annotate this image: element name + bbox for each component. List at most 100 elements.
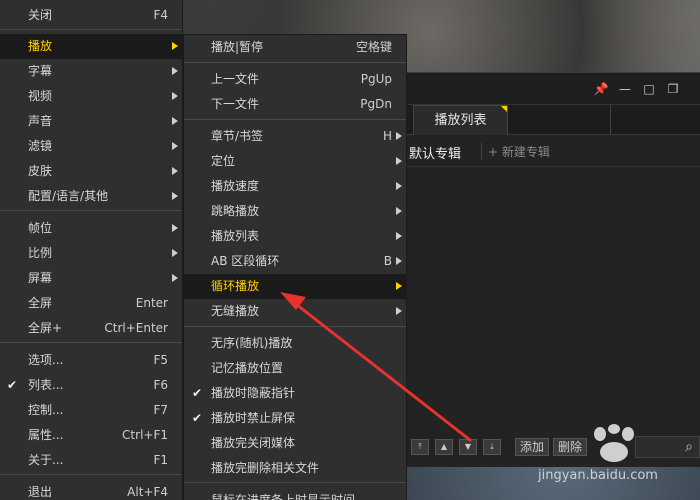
menu-item[interactable]: 鼠标在进度条上时显示时间	[184, 488, 406, 500]
menu-item[interactable]: 比例	[0, 241, 182, 266]
baidu-watermark: jingyan.baidu.com	[538, 424, 698, 496]
menu-item[interactable]: 退出 Alt+F4	[0, 480, 182, 500]
album-bar: 默认专辑 + 新建专辑	[405, 135, 700, 167]
move-bottom-button[interactable]: ⤓	[483, 439, 501, 455]
menu-item[interactable]: 记忆播放位置	[184, 356, 406, 381]
move-top-button[interactable]: ⤒	[411, 439, 429, 455]
playlist-titlebar: 📌 — □ ❐	[405, 73, 700, 105]
submenu-arrow-icon	[172, 67, 178, 75]
menu-item[interactable]: ✔ 列表... F6	[0, 373, 182, 398]
menu-item[interactable]: 播放|暂停 空格键	[184, 35, 406, 60]
menu-item-label: 鼠标在进度条上时显示时间	[211, 493, 356, 500]
menu-item[interactable]: 播放完关闭媒体	[184, 431, 406, 456]
menu-item-label: 全屏	[28, 296, 53, 310]
menu-item[interactable]: ✔ 播放时隐蔽指针	[184, 381, 406, 406]
menu-item-shortcut: H	[382, 129, 392, 143]
menu-item-label: 播放时隐蔽指针	[211, 386, 296, 400]
menu-item-label: 帧位	[28, 221, 53, 235]
menu-separator	[184, 62, 406, 63]
menu-item[interactable]: 字幕	[0, 59, 182, 84]
submenu-arrow-icon	[396, 207, 402, 215]
menu-item[interactable]: 皮肤	[0, 159, 182, 184]
menu-item-label: 循环播放	[211, 279, 260, 293]
menu-item[interactable]: AB 区段循环 B	[184, 249, 406, 274]
submenu-arrow-icon	[396, 132, 402, 140]
menu-item-label: 配置/语言/其他	[28, 189, 109, 203]
menu-item[interactable]: 配置/语言/其他	[0, 184, 182, 209]
menu-item[interactable]: 章节/书签 H	[184, 124, 406, 149]
menu-item-label: 记忆播放位置	[211, 361, 284, 375]
menu-item[interactable]: 下一文件 PgDn	[184, 92, 406, 117]
menu-item[interactable]: ✔ 播放时禁止屏保	[184, 406, 406, 431]
menu-item[interactable]: 无序(随机)播放	[184, 331, 406, 356]
menu-item-label: 播放列表	[211, 229, 260, 243]
playlist-tabs: 播放列表	[405, 105, 700, 135]
menu-item[interactable]: 播放速度	[184, 174, 406, 199]
submenu-arrow-icon	[172, 117, 178, 125]
menu-item[interactable]: 帧位	[0, 216, 182, 241]
restore-icon[interactable]: ❐	[665, 81, 681, 97]
minimize-icon[interactable]: —	[617, 81, 633, 97]
move-down-button[interactable]: ▼	[459, 439, 477, 455]
menu-item-label: 播放完关闭媒体	[211, 436, 296, 450]
menu-item-label: 声音	[28, 114, 53, 128]
menu-separator	[0, 342, 182, 343]
menu-item[interactable]: 定位	[184, 149, 406, 174]
menu-item[interactable]: 声音	[0, 109, 182, 134]
submenu-arrow-icon	[396, 257, 402, 265]
menu-item[interactable]: 播放	[0, 34, 182, 59]
pin-icon[interactable]: 📌	[593, 81, 609, 97]
menu-item[interactable]: 上一文件 PgUp	[184, 67, 406, 92]
menu-item[interactable]: 跳略播放	[184, 199, 406, 224]
menu-item[interactable]: 全屏+ Ctrl+Enter	[0, 316, 182, 341]
submenu-arrow-icon	[396, 182, 402, 190]
menu-item[interactable]: 播放完删除相关文件	[184, 456, 406, 481]
submenu-arrow-icon	[172, 249, 178, 257]
maximize-icon[interactable]: □	[641, 81, 657, 97]
menu-item[interactable]: 关于... F1	[0, 448, 182, 473]
submenu-arrow-icon	[172, 42, 178, 50]
watermark-text: jingyan.baidu.com	[538, 468, 658, 483]
checkmark-icon: ✔	[192, 386, 203, 400]
tab-divider	[610, 105, 611, 135]
menu-item-label: 上一文件	[211, 72, 260, 86]
menu-separator	[0, 474, 182, 475]
album-default[interactable]: 默认专辑	[409, 143, 461, 162]
menu-item-shortcut: F6	[153, 378, 168, 392]
menu-item[interactable]: 选项... F5	[0, 348, 182, 373]
submenu-arrow-icon	[172, 92, 178, 100]
menu-item-label: 播放速度	[211, 179, 260, 193]
menu-item-label: 关闭	[28, 8, 53, 22]
menu-item[interactable]: 滤镜	[0, 134, 182, 159]
menu-item[interactable]: 播放列表	[184, 224, 406, 249]
menu-item-shortcut: B	[383, 254, 392, 268]
tab-playlist[interactable]: 播放列表	[413, 105, 508, 135]
menu-item-shortcut: F1	[153, 453, 168, 467]
move-up-button[interactable]: ▲	[435, 439, 453, 455]
menu-item-label: 皮肤	[28, 164, 53, 178]
menu-item-shortcut: F4	[153, 8, 168, 22]
menu-item[interactable]: 屏幕	[0, 266, 182, 291]
menu-item[interactable]: 全屏 Enter	[0, 291, 182, 316]
menu-item[interactable]: 关闭 F4	[0, 3, 182, 28]
menu-item-label: 比例	[28, 246, 53, 260]
menu-item[interactable]: 无缝播放	[184, 299, 406, 324]
submenu-arrow-icon	[396, 307, 402, 315]
menu-item-shortcut: PgDn	[360, 97, 392, 111]
menu-item-label: 下一文件	[211, 97, 260, 111]
menu-item[interactable]: 循环播放	[184, 274, 406, 299]
new-album-button[interactable]: + 新建专辑	[481, 143, 550, 160]
tab-corner-marker	[501, 106, 507, 112]
playlist-panel: 📌 — □ ❐ 播放列表 默认专辑 + 新建专辑 ⤒ ▲ ▼ ⤓ 添加 删除 ⌕	[405, 72, 700, 467]
menu-item-label: 定位	[211, 154, 236, 168]
menu-item-shortcut: F5	[153, 353, 168, 367]
submenu-arrow-icon	[172, 142, 178, 150]
menu-separator	[0, 29, 182, 30]
menu-item[interactable]: 控制... F7	[0, 398, 182, 423]
menu-separator	[0, 210, 182, 211]
menu-item[interactable]: 属性... Ctrl+F1	[0, 423, 182, 448]
submenu-arrow-icon	[396, 157, 402, 165]
menu-item-shortcut: Ctrl+F1	[122, 428, 168, 442]
menu-item-label: 无缝播放	[211, 304, 260, 318]
menu-item[interactable]: 视频	[0, 84, 182, 109]
